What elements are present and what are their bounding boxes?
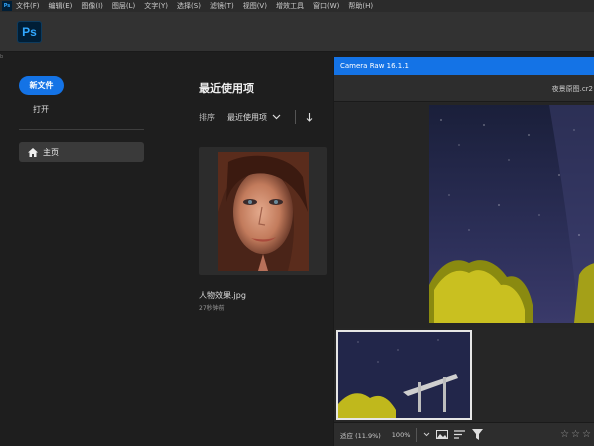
night-sky-thumbnail bbox=[338, 332, 470, 418]
sort-dropdown[interactable]: 最近使用项 bbox=[227, 112, 281, 123]
camera-raw-status-bar: 适应 (11.9%) 100% ☆☆☆ bbox=[334, 422, 594, 446]
image-view-icon[interactable] bbox=[436, 429, 449, 440]
menu-plugins[interactable]: 增效工具 bbox=[276, 1, 304, 11]
portrait-thumbnail bbox=[218, 152, 309, 271]
rating-stars[interactable]: ☆☆☆ bbox=[560, 429, 593, 440]
menu-file[interactable]: 文件(F) bbox=[16, 1, 40, 11]
recent-file-time: 27秒钟前 bbox=[199, 305, 225, 312]
night-sky-image bbox=[429, 105, 594, 323]
app-header: Ps bbox=[0, 12, 594, 52]
home-icon bbox=[28, 147, 38, 157]
recent-file-name[interactable]: 人物效果.jpg bbox=[199, 290, 246, 301]
camera-raw-preview[interactable] bbox=[334, 103, 594, 330]
camera-raw-filename: 夜景原图.cr2 bbox=[551, 85, 593, 93]
camera-raw-title: Camera Raw 16.1.1 bbox=[340, 62, 409, 70]
menu-image[interactable]: 图像(I) bbox=[81, 1, 103, 11]
menu-layer[interactable]: 图层(L) bbox=[112, 1, 135, 11]
open-button[interactable]: 打开 bbox=[33, 104, 49, 115]
sidebar-item-home[interactable]: 主页 bbox=[19, 142, 144, 162]
zoom-100-label[interactable]: 100% bbox=[392, 431, 411, 439]
sort-list-icon[interactable] bbox=[454, 429, 466, 440]
menu-view[interactable]: 视图(V) bbox=[243, 1, 267, 11]
menu-window[interactable]: 窗口(W) bbox=[313, 1, 339, 11]
filmstrip bbox=[334, 328, 594, 421]
camera-raw-dialog: Camera Raw 16.1.1 夜景原图.cr2 适应 (11.9%) 10… bbox=[333, 57, 594, 446]
fit-zoom-label[interactable]: 适应 (11.9%) bbox=[340, 430, 381, 440]
new-file-button[interactable]: 新文件 bbox=[19, 76, 64, 95]
camera-raw-toolbar: 夜景原图.cr2 bbox=[334, 75, 594, 102]
sort-divider bbox=[295, 110, 296, 124]
menu-help[interactable]: 帮助(H) bbox=[348, 1, 373, 11]
status-divider bbox=[416, 427, 418, 442]
sidebar-divider bbox=[19, 129, 144, 130]
chevron-down-icon bbox=[272, 114, 281, 120]
photoshop-logo: Ps bbox=[17, 21, 42, 43]
recent-file-card[interactable] bbox=[199, 147, 327, 275]
sort-direction-icon[interactable] bbox=[306, 112, 313, 122]
ps-app-icon: Ps bbox=[2, 1, 12, 11]
camera-raw-title-bar: Camera Raw 16.1.1 bbox=[334, 57, 594, 75]
filmstrip-thumbnail[interactable] bbox=[336, 330, 472, 420]
menu-edit[interactable]: 编辑(E) bbox=[49, 1, 73, 11]
chevron-down-icon[interactable] bbox=[423, 432, 430, 437]
sort-value: 最近使用项 bbox=[227, 112, 267, 122]
menu-filter[interactable]: 滤镜(T) bbox=[210, 1, 234, 11]
sidebar-item-label: 主页 bbox=[43, 147, 59, 157]
menu-select[interactable]: 选择(S) bbox=[177, 1, 201, 11]
menu-bar: Ps 文件(F) 编辑(E) 图像(I) 图层(L) 文字(Y) 选择(S) 滤… bbox=[0, 0, 594, 12]
menu-type[interactable]: 文字(Y) bbox=[144, 1, 168, 11]
recent-title: 最近使用项 bbox=[199, 82, 254, 95]
home-sidebar: 新文件 打开 主页 bbox=[0, 53, 160, 446]
sort-label: 排序 bbox=[199, 112, 215, 122]
filter-icon[interactable] bbox=[472, 429, 484, 440]
sort-row: 排序 最近使用项 bbox=[199, 110, 313, 124]
